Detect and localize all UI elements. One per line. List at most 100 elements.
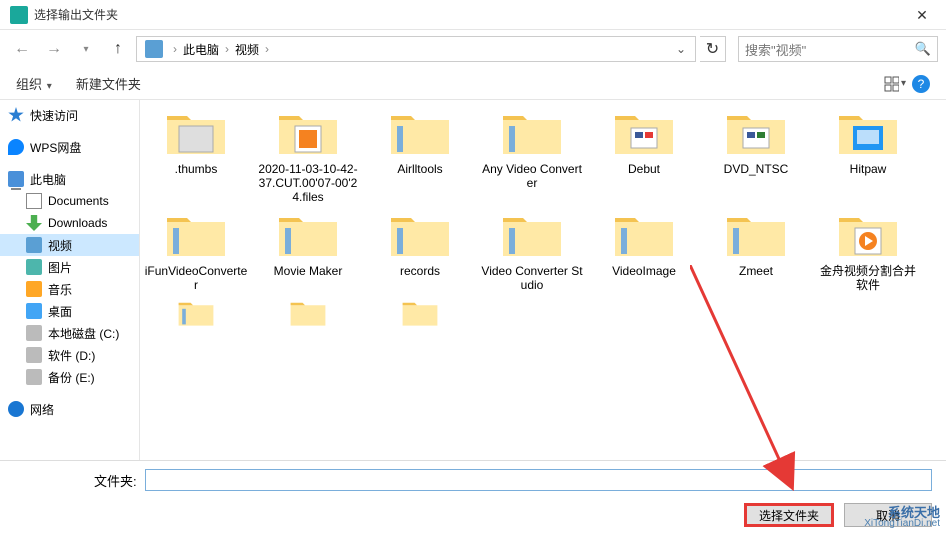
file-area[interactable]: .thumbs 2020-11-03-10-42-37.CUT.00'07-00… [140,100,946,460]
file-grid: .thumbs 2020-11-03-10-42-37.CUT.00'07-00… [140,108,946,352]
folder-icon [165,210,227,260]
close-button[interactable]: ✕ [902,0,942,30]
folder-label: Hitpaw [846,162,891,176]
folder-label: Video Converter Studio [476,264,588,292]
folder-label: 金舟视频分割合并软件 [812,264,924,292]
search-box[interactable]: 搜索"视频" 🔍 [738,36,938,62]
sidebar-item-disk-e[interactable]: 备份 (E:) [0,366,139,388]
folder-item[interactable]: iFunVideoConverter [140,210,252,292]
folder-item[interactable]: Zmeet [700,210,812,292]
music-icon [26,281,42,297]
sidebar-item-documents[interactable]: Documents [0,190,139,212]
up-button[interactable]: ↑ [104,36,132,62]
chevron-down-icon: ▾ [44,81,52,92]
main-area: 快速访问 WPS网盘 此电脑 Documents Downloads 视频 图片… [0,100,946,460]
folder-icon [501,108,563,158]
picture-icon [26,259,42,275]
folder-icon [725,108,787,158]
folder-icon [389,298,451,328]
folder-item[interactable]: DVD_NTSC [700,108,812,204]
folder-label: Movie Maker [270,264,347,278]
folder-item[interactable]: VideoImage [588,210,700,292]
chevron-right-icon: › [265,42,269,56]
folder-item[interactable]: Movie Maker [252,210,364,292]
folder-icon [165,108,227,158]
download-icon [26,215,42,231]
folder-icon [725,210,787,260]
video-icon [26,237,42,253]
breadcrumb[interactable]: › 此电脑 › 视频 › ⌄ [136,36,696,62]
folder-icon [501,210,563,260]
folder-field-label: 文件夹: [94,471,137,490]
folder-icon [613,108,675,158]
folder-label [192,332,200,346]
sidebar-item-quick-access[interactable]: 快速访问 [0,104,139,126]
sidebar-item-videos[interactable]: 视频 [0,234,139,256]
forward-button: → [40,36,68,62]
footer: 文件夹: 选择文件夹 取消 [0,460,946,527]
navbar: ← → ▾ ↑ › 此电脑 › 视频 › ⌄ ↻ 搜索"视频" 🔍 [0,30,946,68]
folder-label: .thumbs [171,162,222,176]
back-button[interactable]: ← [8,36,36,62]
folder-label: Airlltools [393,162,446,176]
folder-item[interactable]: .thumbs [140,108,252,204]
crumb-pc[interactable]: 此电脑 [183,41,219,58]
new-folder-button[interactable]: 新建文件夹 [76,74,141,93]
recent-dropdown[interactable]: ▾ [72,36,100,62]
help-button[interactable]: ? [912,75,930,93]
chevron-right-icon: › [173,42,177,56]
folder-item[interactable]: Hitpaw [812,108,924,204]
search-placeholder: 搜索"视频" [745,40,806,59]
folder-item[interactable]: Video Converter Studio [476,210,588,292]
star-icon [8,107,24,123]
search-icon: 🔍 [915,41,931,57]
sidebar-item-pictures[interactable]: 图片 [0,256,139,278]
sidebar-item-downloads[interactable]: Downloads [0,212,139,234]
folder-item[interactable]: records [364,210,476,292]
folder-item[interactable] [252,298,364,346]
folder-name-input[interactable] [145,469,932,491]
sidebar-item-network[interactable]: 网络 [0,398,139,420]
history-dropdown[interactable]: ⌄ [671,42,691,56]
folder-icon [389,108,451,158]
folder-label: VideoImage [608,264,680,278]
folder-item[interactable]: Any Video Converter [476,108,588,204]
folder-label: Any Video Converter [476,162,588,190]
sidebar-item-wps[interactable]: WPS网盘 [0,136,139,158]
folder-label: Debut [624,162,664,176]
folder-item[interactable]: 2020-11-03-10-42-37.CUT.00'07-00'24.file… [252,108,364,204]
sidebar-item-disk-c[interactable]: 本地磁盘 (C:) [0,322,139,344]
app-icon [10,6,28,24]
window-title: 选择输出文件夹 [34,6,902,23]
folder-icon [613,210,675,260]
folder-label: iFunVideoConverter [140,264,252,292]
refresh-button[interactable]: ↻ [700,36,726,62]
folder-item[interactable]: Debut [588,108,700,204]
folder-item[interactable]: 金舟视频分割合并软件 [812,210,924,292]
folder-label [304,332,312,346]
select-folder-button[interactable]: 选择文件夹 [744,503,834,527]
chevron-right-icon: › [225,42,229,56]
folder-icon [277,108,339,158]
document-icon [26,193,42,209]
folder-item[interactable] [364,298,476,346]
folder-label: Zmeet [735,264,777,278]
folder-item[interactable] [140,298,252,346]
folder-icon [389,210,451,260]
view-icons-button[interactable]: ▾ [884,73,906,95]
cloud-icon [8,139,24,155]
sidebar-item-this-pc[interactable]: 此电脑 [0,168,139,190]
sidebar-item-disk-d[interactable]: 软件 (D:) [0,344,139,366]
folder-label: DVD_NTSC [720,162,793,176]
sidebar: 快速访问 WPS网盘 此电脑 Documents Downloads 视频 图片… [0,100,140,460]
sidebar-item-music[interactable]: 音乐 [0,278,139,300]
pc-icon [8,171,24,187]
organize-menu[interactable]: 组织 ▾ [16,74,52,93]
titlebar: 选择输出文件夹 ✕ [0,0,946,30]
folder-icon [837,108,899,158]
folder-item[interactable]: Airlltools [364,108,476,204]
crumb-videos[interactable]: 视频 [235,41,259,58]
desktop-icon [26,303,42,319]
sidebar-item-desktop[interactable]: 桌面 [0,300,139,322]
disk-icon [26,347,42,363]
